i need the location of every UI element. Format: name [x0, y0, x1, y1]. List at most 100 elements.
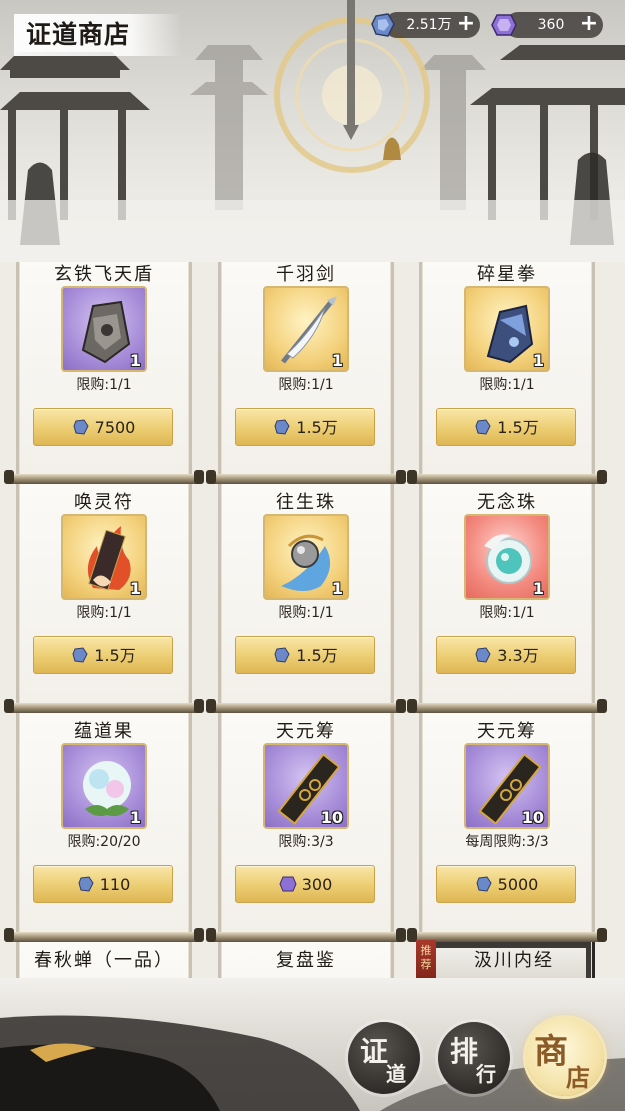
recommend-tag: 推荐	[416, 940, 436, 978]
item-icon-frame[interactable]: 1	[61, 514, 147, 600]
shop-item-card[interactable]: 无念珠 1 限购:1/1 3.3万	[407, 470, 607, 704]
shop-item-card[interactable]: 天元筹 10 限购:3/3 300	[206, 699, 406, 933]
shop-item-card[interactable]: 天元筹 10 每周限购:3/3 5000	[407, 699, 607, 933]
nav-char: 道	[386, 1062, 406, 1086]
buy-button[interactable]: 1.5万	[33, 636, 173, 674]
buy-button[interactable]: 110	[33, 865, 173, 903]
nav-button-zhengdao[interactable]: 证 道	[348, 1022, 420, 1094]
blue-spirit-stone-icon	[274, 647, 290, 663]
shop-item-card[interactable]: 千羽剑 1 限购:1/1 1.5万	[218, 262, 394, 476]
item-icon-frame[interactable]: 1	[61, 286, 147, 372]
scroll-rod	[407, 699, 607, 713]
nav-char: 排	[450, 1035, 479, 1068]
scroll-rod	[4, 470, 204, 484]
price-value: 5000	[497, 875, 539, 894]
currency-spirit-stone: 2.51万 +	[371, 12, 480, 38]
price-value: 1.5万	[296, 646, 338, 665]
buy-button[interactable]: 5000	[436, 865, 576, 903]
buy-button[interactable]: 300	[235, 865, 375, 903]
blue-spirit-stone-icon	[72, 647, 88, 663]
purple-spirit-jade-icon	[491, 14, 517, 36]
nav-button-shop[interactable]: 商 店	[526, 1018, 604, 1096]
spirit-stone-amount: 2.51万	[406, 17, 452, 33]
item-icon-frame[interactable]: 1	[464, 286, 550, 372]
purchase-limit: 限购:1/1	[479, 377, 535, 393]
shop-item-card[interactable]: 碎星拳 1 限购:1/1 1.5万	[419, 262, 595, 476]
item-name: 天元筹	[477, 721, 537, 742]
item-quantity: 10	[521, 808, 544, 827]
purchase-limit: 限购:3/3	[278, 834, 334, 850]
page-title: 证道商店	[14, 14, 182, 56]
item-name: 蕴道果	[74, 721, 134, 742]
blue-spirit-stone-icon	[476, 876, 492, 892]
blue-spirit-stone-icon	[73, 419, 89, 435]
buy-button[interactable]: 1.5万	[235, 636, 375, 674]
scroll-rod	[206, 928, 406, 942]
item-name: 碎星拳	[477, 264, 537, 285]
scroll-rod	[407, 928, 607, 942]
price-value: 1.5万	[296, 418, 338, 437]
item-icon-frame[interactable]: 1	[263, 286, 349, 372]
purchase-limit: 每周限购:3/3	[465, 834, 549, 850]
item-icon-frame[interactable]: 1	[263, 514, 349, 600]
scroll-rod	[407, 470, 607, 484]
scroll-rod	[4, 699, 204, 713]
price-value: 1.5万	[497, 418, 539, 437]
shop-item-card[interactable]: 复盘鉴	[206, 928, 406, 978]
nav-char: 行	[476, 1062, 496, 1086]
nav-button-ranking[interactable]: 排 行	[438, 1022, 510, 1094]
buy-button[interactable]: 1.5万	[436, 408, 576, 446]
purchase-limit: 限购:20/20	[67, 834, 141, 850]
scroll-rod	[206, 470, 406, 484]
nav-char: 商	[534, 1032, 568, 1072]
price-value: 300	[301, 875, 333, 894]
purchase-limit: 限购:1/1	[278, 605, 334, 621]
item-quantity: 1	[532, 351, 544, 370]
purchase-limit: 限购:1/1	[278, 377, 334, 393]
item-quantity: 1	[129, 351, 141, 370]
item-name: 汲川内经	[474, 950, 554, 971]
item-name: 春秋蝉（一品）	[34, 950, 174, 971]
shop-item-card[interactable]: 蕴道果 1 限购:20/20 110	[4, 699, 204, 933]
price-value: 3.3万	[497, 646, 539, 665]
shop-item-card[interactable]: 往生珠 1 限购:1/1 1.5万	[206, 470, 406, 704]
item-quantity: 1	[129, 808, 141, 827]
add-spirit-jade-button[interactable]: +	[579, 13, 599, 35]
item-quantity: 1	[331, 351, 343, 370]
purple-spirit-jade-icon	[279, 876, 297, 892]
item-icon-frame[interactable]: 10	[263, 743, 349, 829]
price-value: 7500	[94, 418, 136, 437]
spirit-jade-amount: 360	[537, 17, 565, 33]
item-quantity: 10	[320, 808, 343, 827]
item-name: 无念珠	[477, 492, 537, 513]
item-quantity: 1	[331, 579, 343, 598]
shop-item-list[interactable]: 玄铁飞天盾 1 限购:1/1 7500 千羽剑 1 限购:1/1 1.5万 碎星…	[0, 262, 625, 978]
blue-spirit-stone-icon	[78, 876, 94, 892]
buy-button[interactable]: 3.3万	[436, 636, 576, 674]
add-spirit-stone-button[interactable]: +	[456, 13, 476, 35]
item-name: 复盘鉴	[276, 950, 336, 971]
item-name: 玄铁飞天盾	[54, 264, 154, 285]
scroll-rod	[206, 699, 406, 713]
buy-button[interactable]: 1.5万	[235, 408, 375, 446]
shop-item-card[interactable]: 玄铁飞天盾 1 限购:1/1 7500	[16, 262, 192, 476]
shop-item-card[interactable]: 推荐 汲川内经	[407, 928, 607, 978]
nav-char: 店	[566, 1063, 590, 1092]
currency-spirit-jade: 360 +	[491, 12, 603, 38]
item-icon-frame[interactable]: 1	[464, 514, 550, 600]
shop-item-card[interactable]: 唤灵符 1 限购:1/1 1.5万	[4, 470, 204, 704]
item-quantity: 1	[532, 579, 544, 598]
price-value: 1.5万	[94, 646, 136, 665]
blue-spirit-stone-icon	[274, 419, 290, 435]
shop-item-card[interactable]: 春秋蝉（一品）	[4, 928, 204, 978]
item-icon-frame[interactable]: 10	[464, 743, 550, 829]
purchase-limit: 限购:1/1	[76, 605, 132, 621]
buy-button[interactable]: 7500	[33, 408, 173, 446]
item-quantity: 1	[129, 579, 141, 598]
item-icon-frame[interactable]: 1	[61, 743, 147, 829]
header-scenery: 证道商店 2.51万 + 360 +	[0, 0, 625, 262]
blue-spirit-stone-icon	[475, 647, 491, 663]
price-value: 110	[99, 875, 131, 894]
item-name: 往生珠	[276, 492, 336, 513]
blue-spirit-stone-icon	[371, 13, 395, 37]
